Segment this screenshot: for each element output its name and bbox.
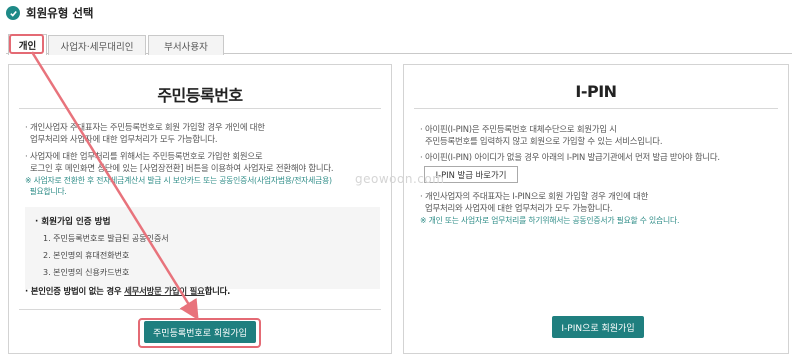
- right-note: ※ 개인 또는 사업자로 업무처리를 하기위해서는 공동인증서가 필요할 수 있…: [420, 216, 680, 225]
- left-bullet-1-line2: 업무처리와 사업자에 대한 업무처리가 모두 가능합니다.: [29, 134, 218, 144]
- right-bullet-3-line2: 업무처리와 사업자에 대한 업무처리가 모두 가능합니다.: [424, 203, 613, 213]
- ipin-signup-button[interactable]: I-PIN으로 회원가입: [552, 316, 644, 338]
- page-title: 회원유형 선택: [26, 6, 94, 20]
- cert-item: 3. 본인명의 신용카드번호: [43, 268, 130, 277]
- bottom-notice-prefix: 본인인증 방법이 없는 경우: [30, 286, 125, 296]
- left-note-line1: ※ 사업자로 전환한 후 전자세금계산서 발급 시 보안카드 또는 공동인증서(…: [25, 176, 332, 185]
- bottom-notice-suffix: 합니다.: [204, 286, 231, 296]
- tab-business-tax-agent[interactable]: 사업자·세무대리인: [48, 35, 146, 55]
- left-note-line2: 필요합니다.: [29, 187, 67, 196]
- resident-number-panel: 주민등록번호 · 개인사업자 주대표자는 주민등록번호로 회원 가입할 경우 개…: [8, 64, 392, 354]
- resident-number-title: 주민등록번호: [157, 86, 243, 105]
- right-bullet-1-line1: 아이핀(I-PIN)은 주민등록번호 대체수단으로 회원가입 시: [424, 124, 617, 134]
- cert-method-title: · 회원가입 인증 방법: [35, 217, 111, 227]
- ipin-title: I-PIN: [575, 82, 617, 101]
- cert-method-box: · 회원가입 인증 방법 1. 주민등록번호로 발급된 공동인증서 2. 본인명…: [25, 207, 380, 289]
- tab-individual[interactable]: 개인: [8, 34, 47, 55]
- ipin-panel: I-PIN · 아이핀(I-PIN)은 주민등록번호 대체수단으로 회원가입 시…: [403, 64, 789, 354]
- ipin-issue-button[interactable]: I-PIN 발급 바로가기: [424, 166, 518, 183]
- right-bullet-3-line1: 개인사업자의 주대표자는 I-PIN으로 회원 가입할 경우 개인에 대한: [424, 191, 649, 201]
- divider: [19, 309, 381, 310]
- right-bullet-1: · 아이핀(I-PIN)은 주민등록번호 대체수단으로 회원가입 시 주민등록번…: [420, 124, 663, 146]
- divider: [19, 108, 381, 109]
- check-circle-icon: [6, 6, 20, 20]
- page-heading: 회원유형 선택: [6, 5, 93, 21]
- left-bullet-1: · 개인사업자 주대표자는 주민등록번호로 회원 가입할 경우 개인에 대한 업…: [25, 122, 265, 144]
- tax-office-visit-link[interactable]: 세무서방문 가입이 필요: [124, 286, 205, 296]
- right-bullet-2-text: 아이핀(I-PIN) 아이디가 없을 경우 아래의 I-PIN 발급기관에서 먼…: [424, 152, 720, 162]
- tab-department-user[interactable]: 부서사용자: [148, 35, 224, 55]
- right-bullet-1-line2: 주민등록번호를 입력하지 않고 회원으로 가입할 수 있는 서비스입니다.: [424, 136, 663, 146]
- resident-number-signup-button[interactable]: 주민등록번호로 회원가입: [144, 321, 256, 343]
- cert-method-title-text: 회원가입 인증 방법: [41, 217, 111, 227]
- left-bottom-notice: · 본인인증 방법이 없는 경우 세무서방문 가입이 필요합니다.: [25, 286, 231, 296]
- left-note: ※ 사업자로 전환한 후 전자세금계산서 발급 시 보안카드 또는 공동인증서(…: [25, 175, 332, 197]
- cert-item: 2. 본인명의 휴대전화번호: [43, 251, 130, 260]
- right-bullet-3: · 개인사업자의 주대표자는 I-PIN으로 회원 가입할 경우 개인에 대한 …: [420, 191, 649, 213]
- right-bullet-2: · 아이핀(I-PIN) 아이디가 없을 경우 아래의 I-PIN 발급기관에서…: [420, 152, 720, 162]
- left-bullet-2: · 사업자에 대한 업무처리를 위해서는 주민등록번호로 가입한 회원으로 로그…: [25, 151, 334, 173]
- member-type-tabs: 개인 사업자·세무대리인 부서사용자: [6, 33, 792, 55]
- left-bullet-2-line1: 사업자에 대한 업무처리를 위해서는 주민등록번호로 가입한 회원으로: [29, 151, 263, 161]
- left-bullet-1-line1: 개인사업자 주대표자는 주민등록번호로 회원 가입할 경우 개인에 대한: [29, 122, 265, 132]
- cert-item: 1. 주민등록번호로 발급된 공동인증서: [43, 234, 169, 243]
- left-bullet-2-line2: 로그인 후 메인화면 상단에 있는 [사업장전환] 버튼을 이용하여 사업자로 …: [29, 163, 334, 173]
- divider: [414, 108, 778, 109]
